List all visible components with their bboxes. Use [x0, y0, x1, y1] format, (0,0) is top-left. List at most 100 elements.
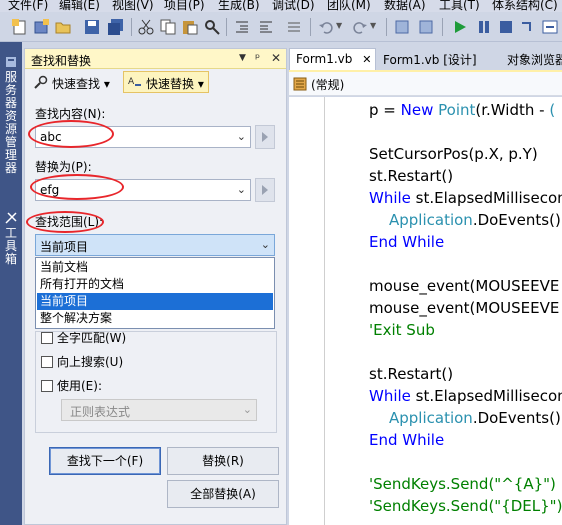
pin-icon[interactable]: ᵖ: [255, 51, 260, 65]
match-whole-word-box[interactable]: [41, 332, 53, 344]
menu-view[interactable]: 视图(V): [112, 0, 154, 12]
menu-team[interactable]: 团队(M): [327, 0, 371, 12]
svg-text:A: A: [128, 77, 135, 87]
quick-find-dropdown-icon[interactable]: ▾: [104, 77, 110, 91]
menu-project[interactable]: 项目(P): [164, 0, 205, 12]
code-line-7: mouse_event(MOUSEEVE: [369, 277, 560, 295]
paste-icon[interactable]: [182, 19, 198, 35]
tab-form1-code[interactable]: Form1.vb ✕: [289, 48, 376, 70]
menu-edit[interactable]: 编辑(E): [59, 0, 100, 12]
start-debugging-icon[interactable]: [452, 19, 468, 35]
find-next-button[interactable]: 查找下一个(F): [49, 447, 161, 475]
general-scope-label: (常规): [311, 78, 345, 92]
match-whole-word-checkbox[interactable]: 全字匹配(W): [41, 329, 126, 346]
regex-type-dropdown-icon[interactable]: ⌄: [243, 403, 252, 416]
tab-object-browser[interactable]: 对象浏览器: [501, 48, 562, 70]
menu-file[interactable]: 文件(F): [8, 0, 48, 12]
look-in-option[interactable]: 整个解决方案: [37, 310, 273, 327]
use-box[interactable]: [41, 380, 53, 392]
editor-navigation-bar[interactable]: (常规): [289, 72, 562, 96]
quick-replace-icon: A: [128, 77, 141, 87]
toolbox-tab[interactable]: 工具箱: [3, 212, 19, 266]
server-icon: [6, 57, 16, 67]
pause-icon[interactable]: [476, 19, 492, 35]
replace-all-button[interactable]: 全部替换(A): [167, 480, 279, 508]
menu-architecture[interactable]: 体系结构(C): [492, 0, 558, 12]
redo-dropdown-icon[interactable]: ▼: [370, 21, 376, 30]
replace-expression-builder-button[interactable]: [255, 178, 275, 202]
look-in-option-selected[interactable]: 当前项目: [37, 293, 273, 310]
look-in-option[interactable]: 当前文档: [37, 259, 273, 276]
menu-bar: 文件(F) 编辑(E) 视图(V) 项目(P) 生成(B) 调试(D) 团队(M…: [0, 0, 562, 12]
editor-gutter-line: [324, 97, 325, 525]
outdent-icon[interactable]: [234, 19, 250, 35]
quick-replace-button[interactable]: A 快速替换 ▾: [123, 71, 209, 93]
pane-title-bar[interactable]: 查找和替换 ▼ ᵖ ✕: [25, 49, 286, 69]
replace-with-dropdown-icon[interactable]: ⌄: [237, 183, 246, 196]
toolbox-icon: [5, 212, 17, 224]
toolbox-tab-label: 工具箱: [5, 226, 18, 266]
find-what-dropdown-icon[interactable]: ⌄: [237, 130, 246, 143]
navigate-back-icon[interactable]: [394, 19, 410, 35]
save-icon[interactable]: [84, 19, 100, 35]
match-whole-word-label: 全字匹配(W): [57, 331, 127, 345]
look-in-value: 当前项目: [40, 240, 89, 254]
comment-lines-icon[interactable]: [286, 19, 302, 35]
stop-icon[interactable]: [498, 19, 514, 35]
pane-close-icon[interactable]: ✕: [271, 51, 281, 65]
look-in-dropdown-icon[interactable]: ⌄: [261, 238, 270, 251]
side-tab-strip: 服务器资源管理器 工具箱: [0, 42, 22, 525]
open-file-icon[interactable]: [55, 19, 71, 35]
code-line-9: 'Exit Sub: [369, 321, 435, 339]
copy-icon[interactable]: [160, 19, 176, 35]
cut-icon[interactable]: [138, 19, 154, 35]
step-into-icon[interactable]: [520, 19, 536, 35]
quick-find-label: 快速查找: [52, 77, 101, 91]
server-explorer-tab-label: 服务器资源管理器: [5, 70, 18, 175]
general-scope-icon: [293, 77, 307, 91]
search-up-label: 向上搜索(U): [57, 355, 124, 369]
annotation-ellipse-replace: [30, 174, 124, 200]
redo-icon[interactable]: [352, 19, 368, 35]
code-line-11: While st.ElapsedMillisecon: [369, 387, 562, 405]
toolbar: ▼ ▼: [0, 12, 562, 42]
look-in-option[interactable]: 所有打开的文档: [37, 276, 273, 293]
new-project-icon[interactable]: [12, 19, 28, 35]
undo-icon[interactable]: [318, 19, 334, 35]
quick-replace-dropdown-icon[interactable]: ▾: [198, 77, 204, 91]
code-line-6: End While: [369, 233, 445, 251]
tab-form1-designer[interactable]: Form1.vb [设计]: [377, 48, 483, 70]
code-line-12: Application.DoEvents(): [389, 409, 561, 427]
regex-type-combo[interactable]: 正则表达式 ⌄: [61, 399, 257, 421]
add-item-icon[interactable]: [34, 19, 50, 35]
format-icon[interactable]: [542, 19, 558, 35]
navigate-forward-icon[interactable]: [418, 19, 434, 35]
code-line-10: st.Restart(): [369, 365, 454, 383]
quick-find-icon: [34, 75, 48, 89]
replace-with-label: 替换为(P):: [35, 160, 92, 174]
tab-form1-code-label: Form1.vb: [296, 52, 353, 66]
menu-data[interactable]: 数据(A): [384, 0, 426, 12]
find-expression-builder-button[interactable]: [255, 125, 275, 149]
pane-menu-dropdown-icon[interactable]: ▼: [239, 53, 246, 63]
look-in-combo[interactable]: 当前项目 ⌄: [35, 234, 275, 256]
menu-debug[interactable]: 调试(D): [272, 0, 315, 12]
use-checkbox[interactable]: 使用(E):: [41, 377, 102, 394]
find-icon[interactable]: [204, 19, 220, 35]
menu-tools[interactable]: 工具(T): [439, 0, 480, 12]
undo-dropdown-icon[interactable]: ▼: [336, 21, 342, 30]
search-up-box[interactable]: [41, 356, 53, 368]
save-all-icon[interactable]: [108, 19, 124, 35]
annotation-ellipse-scope: [26, 211, 104, 233]
quick-find-button[interactable]: 快速查找 ▾: [29, 71, 115, 93]
replace-button[interactable]: 替换(R): [167, 447, 279, 475]
code-line-5: Application.DoEvents(): [389, 211, 561, 229]
editor-tab-strip: Form1.vb ✕ Form1.vb [设计] 对象浏览器: [289, 48, 562, 70]
server-explorer-tab[interactable]: 服务器资源管理器: [3, 56, 19, 175]
tab-close-icon[interactable]: ✕: [362, 53, 371, 66]
code-line-14: 'SendKeys.Send("^{A}"): [369, 475, 556, 493]
search-up-checkbox[interactable]: 向上搜索(U): [41, 353, 123, 370]
indent-icon[interactable]: [258, 19, 274, 35]
code-line-1: p = New Point(r.Width - (: [369, 101, 556, 119]
menu-build[interactable]: 生成(B): [218, 0, 260, 12]
